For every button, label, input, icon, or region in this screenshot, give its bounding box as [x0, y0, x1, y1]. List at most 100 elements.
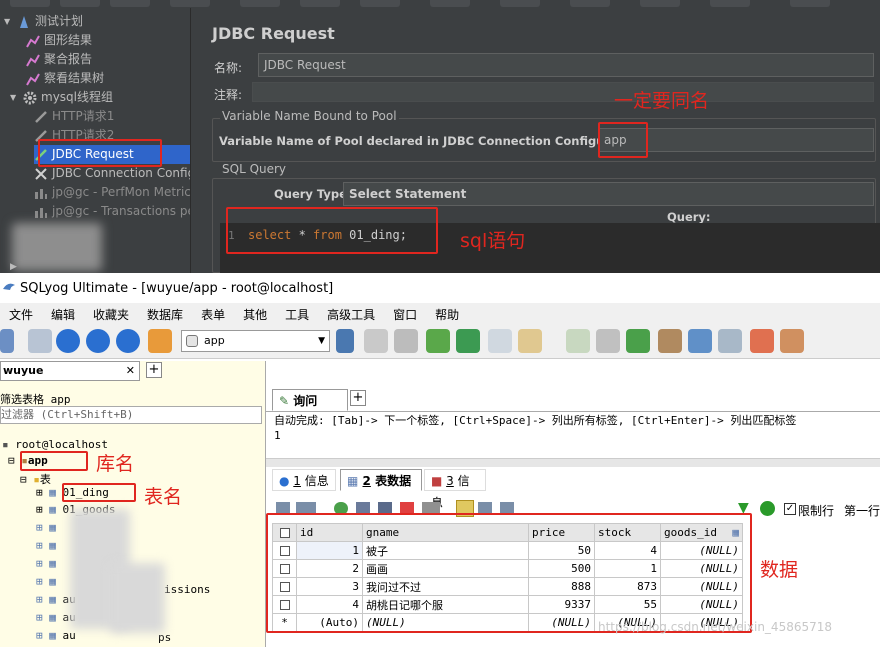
import-icon[interactable] — [426, 329, 450, 353]
tree-item-http-request-1[interactable]: HTTP请求1 — [34, 107, 114, 126]
new-connection-icon[interactable] — [28, 329, 52, 353]
expand-icon[interactable]: ▶ — [10, 262, 17, 272]
table-node[interactable]: ⊞ ▦ — [36, 521, 56, 534]
tree-item-perfmon[interactable]: jp@gc - PerfMon Metrics — [34, 183, 197, 202]
pin-icon[interactable] — [566, 329, 590, 353]
expand-icon[interactable]: ⊟ — [20, 473, 33, 486]
highlight-box — [38, 139, 162, 167]
menu-tools[interactable]: 工具 — [276, 306, 318, 323]
toolbar-button[interactable] — [170, 0, 210, 7]
filter-input[interactable]: 过滤器 (Ctrl+Shift+B) — [0, 406, 262, 424]
notify-icon[interactable] — [718, 329, 742, 353]
limit-rows-checkbox[interactable]: ✓ — [784, 503, 796, 515]
table-node[interactable]: ⊞ ▦ — [36, 539, 56, 552]
execute-all-icon[interactable] — [86, 329, 110, 353]
query-editor[interactable]: 1 — [266, 429, 880, 459]
expand-icon[interactable]: ▼ — [4, 17, 13, 26]
menu-help[interactable]: 帮助 — [426, 306, 468, 323]
splitter[interactable] — [266, 459, 880, 467]
add-tab-button[interactable]: + — [146, 362, 162, 378]
tab-number: 2 — [362, 474, 371, 488]
table-node[interactable]: ⊞ ▦ au — [36, 629, 76, 642]
sqlyog-window: SQLyog Ultimate - [wuyue/app - root@loca… — [0, 273, 880, 647]
query-type-select[interactable]: Select Statement — [343, 182, 874, 206]
export-icon[interactable] — [456, 329, 480, 353]
tree-item-graph-results[interactable]: 图形结果 — [26, 31, 92, 50]
menu-window[interactable]: 窗口 — [384, 306, 426, 323]
panel-title: JDBC Request — [212, 24, 335, 43]
menu-file[interactable]: 文件 — [0, 306, 42, 323]
report-icon[interactable] — [750, 329, 774, 353]
query-type-label: Query Type: — [274, 187, 352, 201]
connection-tab[interactable]: wuyue ✕ — [0, 361, 140, 381]
table-icon[interactable] — [488, 329, 512, 353]
database-selector[interactable]: app ▼ — [181, 330, 330, 352]
add-query-tab-button[interactable]: + — [350, 390, 366, 406]
limit-rows-label: 限制行 — [798, 504, 835, 518]
folder-label: 表 — [39, 473, 51, 486]
result-tab-info[interactable]: ■ 3 信息 — [424, 469, 486, 510]
split-divider[interactable] — [190, 8, 200, 273]
expand-icon[interactable]: ⊞ — [36, 486, 49, 499]
menu-table[interactable]: 表单 — [192, 306, 234, 323]
toolbar-button[interactable] — [10, 0, 50, 7]
migrate-icon[interactable] — [658, 329, 682, 353]
window-title: SQLyog Ultimate - [wuyue/app - root@loca… — [20, 281, 334, 296]
menu-edit[interactable]: 编辑 — [42, 306, 84, 323]
filter-row: 筛选表格 app — [0, 391, 71, 407]
menu-database[interactable]: 数据库 — [138, 306, 192, 323]
toolbar-button[interactable] — [570, 0, 610, 7]
table-node[interactable]: ⊞ ▦ — [36, 557, 56, 570]
query-tab[interactable]: ✎ 询问 — [272, 389, 348, 411]
toolbar-button[interactable] — [430, 0, 470, 7]
refresh-icon[interactable] — [760, 501, 775, 516]
connect-icon[interactable] — [0, 329, 14, 353]
toolbar-button[interactable] — [500, 0, 540, 7]
close-icon[interactable]: ✕ — [126, 362, 135, 380]
expand-icon[interactable]: ▼ — [10, 93, 19, 102]
tree-item-thread-group[interactable]: ▼ mysql线程组 — [10, 88, 113, 107]
toolbar-button[interactable] — [240, 0, 280, 7]
chevron-down-icon[interactable]: ▼ — [318, 331, 325, 351]
toolbar-button[interactable] — [790, 0, 830, 7]
user-icon[interactable] — [336, 329, 354, 353]
sync-icon[interactable] — [596, 329, 620, 353]
toolbar-button[interactable] — [640, 0, 680, 7]
table-node[interactable]: ⊞ ▦ — [36, 575, 56, 588]
toolbar-button[interactable] — [300, 0, 340, 7]
table-label: au — [62, 629, 76, 642]
query-builder-icon[interactable] — [780, 329, 804, 353]
backup-icon[interactable] — [364, 329, 388, 353]
toolbar-button[interactable] — [710, 0, 750, 7]
refresh-icon[interactable] — [116, 329, 140, 353]
name-input[interactable]: JDBC Request — [258, 53, 874, 77]
menu-advanced-tools[interactable]: 高级工具 — [318, 306, 384, 323]
restore-icon[interactable] — [394, 329, 418, 353]
tree-item-view-results-tree[interactable]: 察看结果树 — [26, 69, 104, 88]
menu-favorites[interactable]: 收藏夹 — [84, 306, 138, 323]
test-plan-icon — [17, 15, 31, 29]
table-icon: ⊞ ▦ — [36, 629, 63, 642]
execute-icon[interactable] — [56, 329, 80, 353]
comment-input[interactable] — [252, 82, 874, 102]
result-tab-messages[interactable]: ● 1 信息 — [272, 469, 336, 491]
scheduler-icon[interactable] — [688, 329, 712, 353]
tree-item-test-plan[interactable]: ▼ 测试计划 — [4, 12, 83, 31]
expand-icon[interactable]: ⊞ — [36, 503, 49, 516]
tree-item-aggregate-report[interactable]: 聚合报告 — [26, 50, 92, 69]
compare-icon[interactable] — [626, 329, 650, 353]
result-tab-table-data[interactable]: ▦ 2 表数据 — [340, 469, 422, 491]
schema-icon[interactable] — [148, 329, 172, 353]
tables-folder[interactable]: ⊟ ▪表 — [20, 471, 51, 487]
toolbar-button[interactable] — [360, 0, 400, 7]
tree-item-transactions[interactable]: jp@gc - Transactions pe — [34, 202, 195, 221]
toolbar-button[interactable] — [110, 0, 150, 7]
menu-other[interactable]: 其他 — [234, 306, 276, 323]
schema-designer-icon[interactable] — [518, 329, 542, 353]
server-node[interactable]: ▪ root@localhost — [2, 438, 108, 451]
dolphin-icon — [2, 281, 16, 293]
highlight-box — [62, 483, 136, 502]
tree-item-label: 图形结果 — [44, 33, 93, 47]
wrench-icon — [34, 167, 48, 181]
toolbar-button[interactable] — [60, 0, 100, 7]
